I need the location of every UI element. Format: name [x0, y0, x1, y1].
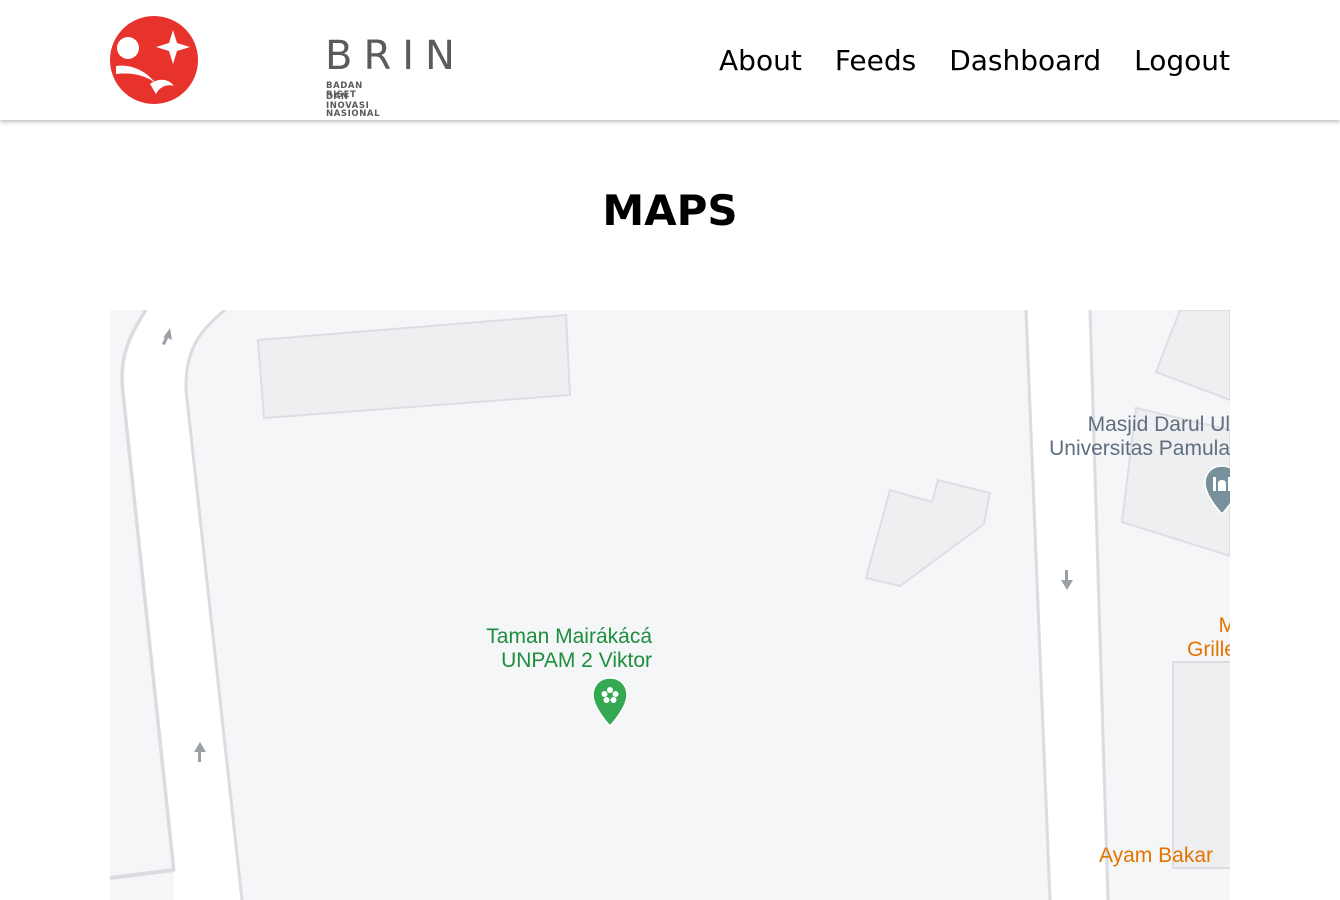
park-name-line1: Taman Mairákácá [486, 625, 652, 648]
grille-name-line2: Grille [1186, 638, 1230, 661]
nav-feeds-link[interactable]: Feeds [835, 47, 916, 75]
grille-name-line1: M [1218, 614, 1231, 637]
logo-wordmark: BRIN [325, 33, 466, 79]
map-view[interactable]: Taman Mairákácá UNPAM 2 Viktor Masjid Da… [110, 310, 1230, 900]
nav-logout-link[interactable]: Logout [1134, 47, 1230, 75]
logo-subtitle-line2: DAN INOVASI NASIONAL [326, 92, 381, 119]
page-title: MAPS [602, 186, 738, 235]
park-pin-icon[interactable] [592, 676, 628, 728]
main-nav: About Feeds Dashboard Logout [719, 40, 1230, 82]
map-base-layer [110, 310, 1230, 900]
park-name-line2: UNPAM 2 Viktor [501, 649, 652, 672]
nav-about-link[interactable]: About [719, 47, 802, 75]
mosque-pin-icon[interactable] [1204, 464, 1230, 516]
map-place-park[interactable]: Taman Mairákácá UNPAM 2 Viktor [440, 625, 652, 673]
mosque-name-line2: Universitas Pamula [1049, 437, 1230, 460]
map-place-grille[interactable]: M Grille [1176, 614, 1230, 662]
map-place-mosque[interactable]: Masjid Darul Ul Universitas Pamula [1010, 413, 1230, 461]
nav-dashboard-link[interactable]: Dashboard [949, 47, 1101, 75]
brin-emblem-icon [110, 16, 198, 104]
brin-logo[interactable]: BRIN BADAN RISET DAN INOVASI NASIONAL [110, 14, 455, 118]
map-place-ayam-bakar[interactable]: Ayam Bakar [1099, 844, 1213, 868]
mosque-name-line1: Masjid Darul Ul [1087, 413, 1230, 436]
header: BRIN BADAN RISET DAN INOVASI NASIONAL Ab… [0, 0, 1340, 120]
